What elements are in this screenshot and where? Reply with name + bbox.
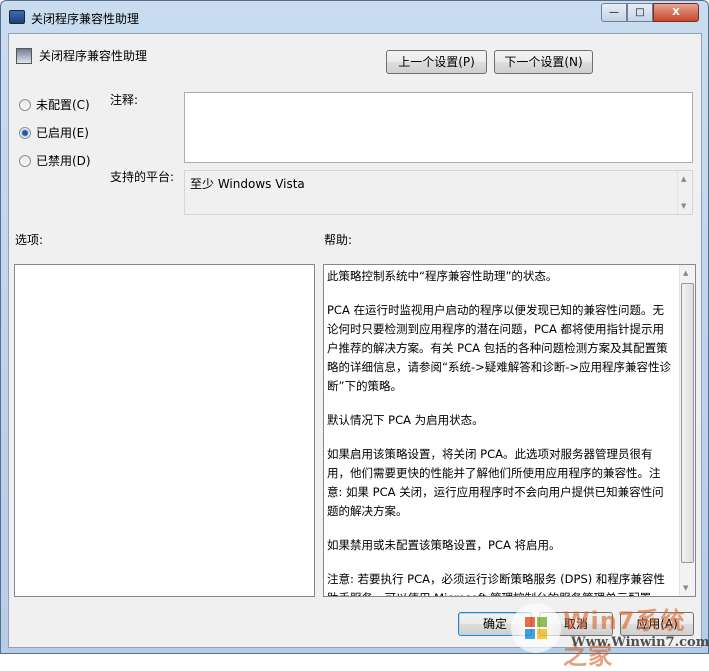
next-setting-button[interactable]: 下一个设置(N) [494,50,593,74]
platform-label: 支持的平台: [110,170,175,184]
maximize-button[interactable]: □ [627,3,653,22]
radio-disabled[interactable]: 已禁用(D) [19,152,91,169]
scroll-up-icon[interactable]: ▲ [683,269,688,277]
help-scroll-thumb[interactable] [681,283,694,563]
platform-scrollbar[interactable]: ▲ ▼ [677,171,692,214]
help-paragraph: 默认情况下 PCA 为启用状态。 [327,413,484,427]
title-bar[interactable]: 关闭程序兼容性助理 — □ X [1,1,708,33]
watermark-url: Www.Winwin7.com [571,635,709,650]
radio-label: 已启用(E) [36,126,89,140]
help-paragraph: 如果启用该策略设置，将关闭 PCA。此选项对服务器管理员很有用，他们需要更快的性… [327,447,664,518]
radio-label: 未配置(C) [36,98,90,112]
policy-app-icon [9,10,25,24]
prev-setting-button[interactable]: 上一个设置(P) [386,50,487,74]
help-text-panel: 此策略控制系统中“程序兼容性助理”的状态。 PCA 在运行时监视用户启动的程序以… [323,264,696,597]
policy-name: 关闭程序兼容性助理 [39,49,148,63]
help-scrollbar[interactable]: ▲ ▼ [679,265,695,596]
close-button[interactable]: X [653,3,699,22]
help-paragraph: PCA 在运行时监视用户启动的程序以便发现已知的兼容性问题。无论何时只要检测到应… [327,303,672,393]
platform-field: 至少 Windows Vista ▲ ▼ [184,170,693,215]
minimize-button[interactable]: — [601,3,627,22]
radio-label: 已禁用(D) [36,154,91,168]
radio-circle[interactable] [19,154,31,167]
options-panel [14,264,315,597]
dialog-window: 关闭程序兼容性助理 — □ X 关闭程序兼容性助理 上一个设置(P) 下一个设置… [0,0,709,670]
help-label: 帮助: [324,233,353,247]
help-paragraph: 注意: 若要执行 PCA，必须运行诊断策略服务 (DPS) 和程序兼容性助手服务… [327,572,665,596]
help-paragraph: 此策略控制系统中“程序兼容性助理”的状态。 [327,269,558,283]
dialog-body: 关闭程序兼容性助理 上一个设置(P) 下一个设置(N) 未配置(C) 已启用(E… [8,33,702,648]
platform-value: 至少 Windows Vista [190,177,305,191]
scroll-up-icon[interactable]: ▲ [681,175,686,183]
comment-label: 注释: [110,93,139,107]
comment-textarea[interactable] [184,92,693,163]
radio-not-configured[interactable]: 未配置(C) [19,96,90,113]
radio-circle[interactable] [19,98,31,111]
help-paragraph: 如果禁用或未配置该策略设置，PCA 将启用。 [327,538,561,552]
policy-setting-icon [16,48,32,64]
radio-enabled[interactable]: 已启用(E) [19,124,89,141]
window-title: 关闭程序兼容性助理 [31,12,140,26]
scroll-down-icon[interactable]: ▼ [681,202,686,210]
radio-circle[interactable] [19,126,31,139]
scroll-down-icon[interactable]: ▼ [683,584,688,592]
windows-logo-icon [511,603,561,653]
options-label: 选项: [15,233,44,247]
